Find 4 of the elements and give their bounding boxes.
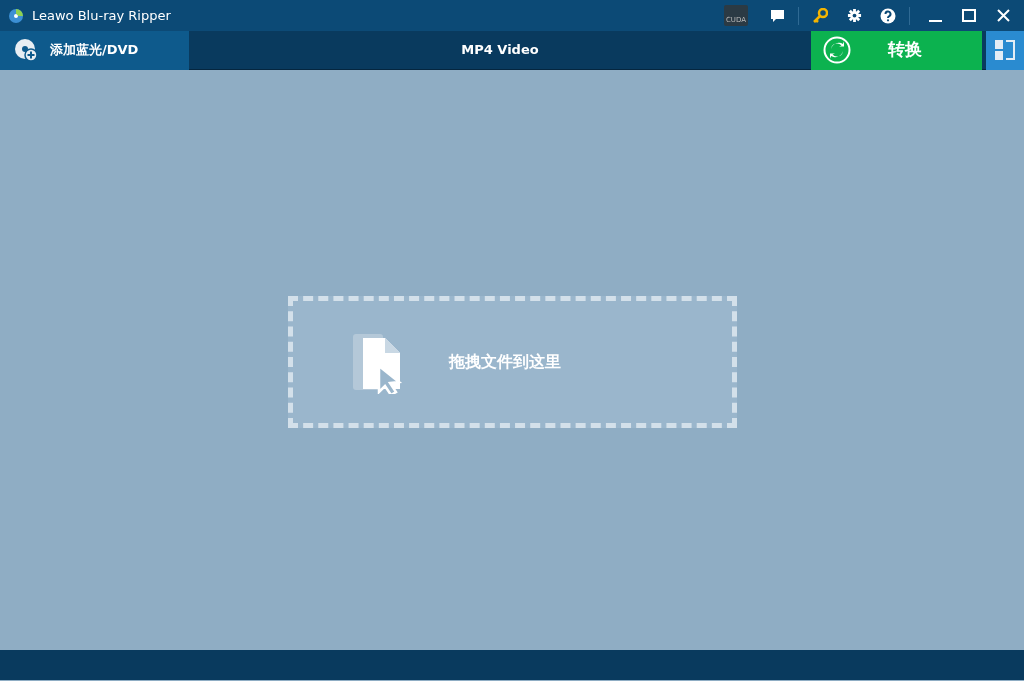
add-disc-button[interactable]: 添加蓝光/DVD xyxy=(0,30,189,70)
output-profile-label[interactable]: MP4 Video xyxy=(461,42,539,58)
window-title: Leawo Blu-ray Ripper xyxy=(32,6,171,25)
drop-hint-text: 拖拽文件到这里 xyxy=(449,351,561,373)
